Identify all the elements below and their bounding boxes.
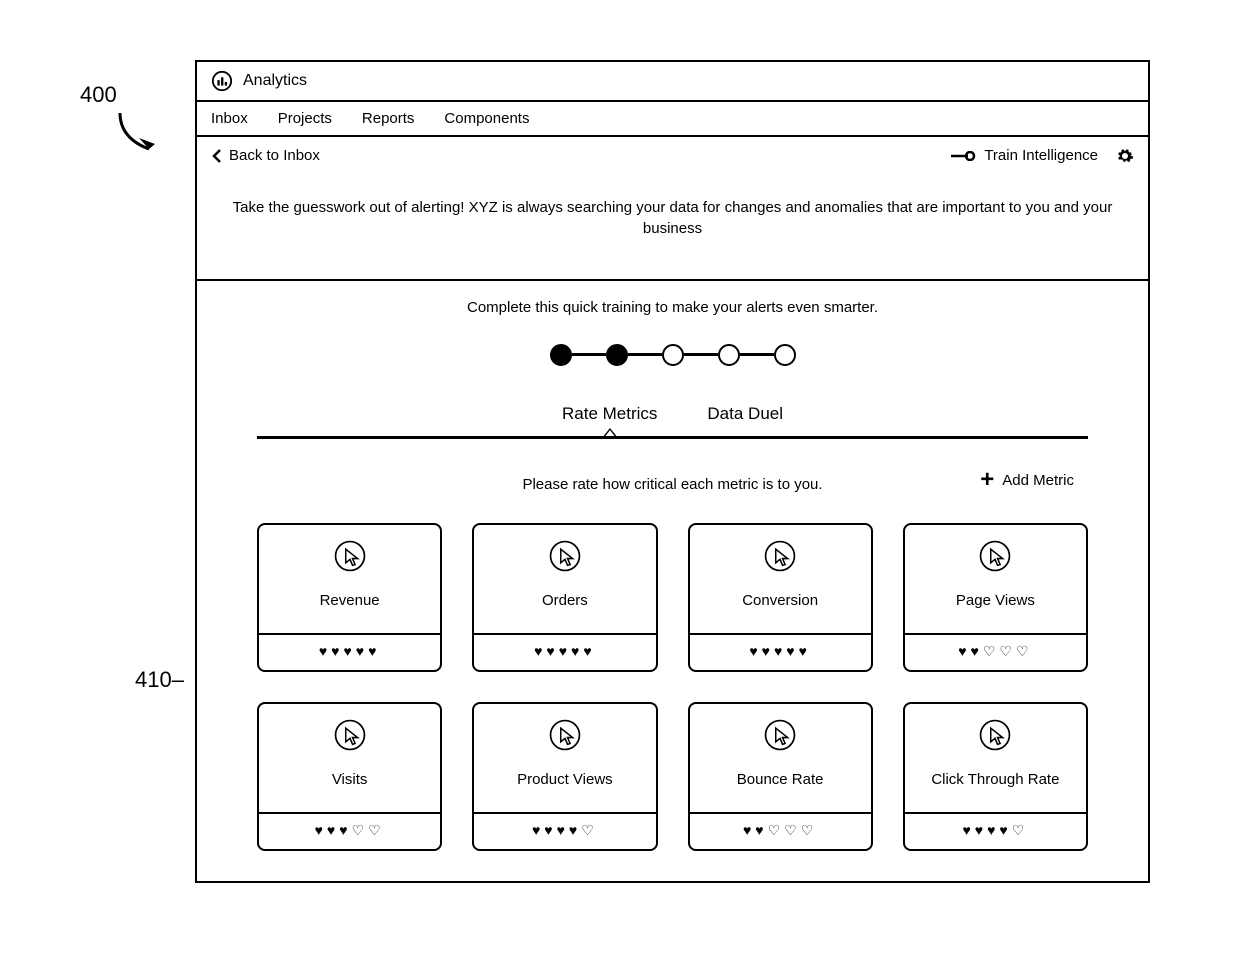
app-header: Analytics: [197, 62, 1148, 102]
metric-rating[interactable]: ♥♥♥♥♡: [905, 812, 1086, 849]
metric-card-top: Revenue: [259, 525, 440, 633]
metric-card-top: Click Through Rate: [905, 704, 1086, 812]
metric-rating[interactable]: ♥♥♥♥♥: [690, 633, 871, 669]
figure-callout-410: 410–: [135, 667, 184, 693]
tabs: Rate Metrics Data Duel: [197, 404, 1148, 424]
nav-item-inbox[interactable]: Inbox: [211, 110, 248, 127]
main-content: Complete this quick training to make you…: [197, 281, 1148, 881]
metric-name: Bounce Rate: [698, 771, 863, 789]
metric-rating[interactable]: ♥♥♥♥♥: [474, 633, 655, 669]
progress-step-2: [606, 344, 628, 366]
metric-cursor-icon: [333, 539, 367, 573]
metric-card[interactable]: Page Views ♥♥♡♡♡: [903, 523, 1088, 672]
app-logo-icon: [211, 70, 233, 92]
main-nav: Inbox Projects Reports Components: [197, 102, 1148, 137]
back-label: Back to Inbox: [229, 147, 320, 164]
metric-card-top: Visits: [259, 704, 440, 812]
back-button[interactable]: Back to Inbox: [211, 147, 320, 164]
metric-cursor-icon: [333, 718, 367, 752]
progress-stepper: [197, 344, 1148, 366]
progress-segment: [628, 353, 662, 356]
metric-card[interactable]: Revenue ♥♥♥♥♥: [257, 523, 442, 672]
metric-cursor-icon: [548, 539, 582, 573]
figure-arrow-icon: [115, 108, 165, 158]
app-window: Analytics Inbox Projects Reports Compone…: [195, 60, 1150, 883]
section-header: Please rate how critical each metric is …: [197, 476, 1148, 493]
metric-rating[interactable]: ♥♥♡♡♡: [905, 633, 1086, 670]
metric-name: Visits: [267, 771, 432, 789]
metric-name: Product Views: [482, 771, 647, 789]
metric-grid: Revenue ♥♥♥♥♥ Orders ♥♥♥♥♥ Conversion ♥♥♥♥♥ Pa…: [257, 523, 1088, 851]
plus-icon: +: [980, 473, 994, 487]
metric-name: Click Through Rate: [913, 771, 1078, 789]
tab-data-duel[interactable]: Data Duel: [707, 404, 783, 424]
metric-card-top: Bounce Rate: [690, 704, 871, 812]
progress-step-1: [550, 344, 572, 366]
nav-item-reports[interactable]: Reports: [362, 110, 415, 127]
metric-card-top: Product Views: [474, 704, 655, 812]
progress-step-5: [774, 344, 796, 366]
progress-step-3: [662, 344, 684, 366]
metric-name: Page Views: [913, 592, 1078, 610]
metric-card-top: Orders: [474, 525, 655, 633]
metric-cursor-icon: [978, 718, 1012, 752]
metric-rating[interactable]: ♥♥♥♥♥: [259, 633, 440, 669]
metric-card-top: Page Views: [905, 525, 1086, 633]
app-name: Analytics: [243, 72, 307, 90]
metric-cursor-icon: [763, 539, 797, 573]
metric-name: Orders: [482, 592, 647, 610]
subnav: Back to Inbox Train Intelligence Take th…: [197, 137, 1148, 281]
metric-cursor-icon: [978, 539, 1012, 573]
metric-card-top: Conversion: [690, 525, 871, 633]
tab-rate-metrics[interactable]: Rate Metrics: [562, 404, 657, 424]
add-metric-label: Add Metric: [1002, 472, 1074, 489]
metric-card[interactable]: Visits ♥♥♥♡♡: [257, 702, 442, 851]
banner-text: Take the guesswork out of alerting! XYZ …: [211, 197, 1134, 239]
metric-cursor-icon: [763, 718, 797, 752]
nav-item-projects[interactable]: Projects: [278, 110, 332, 127]
train-intelligence-label: Train Intelligence: [984, 147, 1098, 164]
training-message: Complete this quick training to make you…: [197, 299, 1148, 316]
train-intelligence-button[interactable]: Train Intelligence: [950, 147, 1098, 164]
nav-item-components[interactable]: Components: [444, 110, 529, 127]
add-metric-button[interactable]: + Add Metric: [980, 472, 1074, 489]
metric-rating[interactable]: ♥♥♡♡♡: [690, 812, 871, 849]
metric-rating[interactable]: ♥♥♥♡♡: [259, 812, 440, 849]
progress-segment: [572, 353, 606, 356]
tab-underline: [257, 430, 1088, 442]
progress-segment: [684, 353, 718, 356]
chevron-left-icon: [211, 148, 223, 164]
progress-step-4: [718, 344, 740, 366]
metric-card[interactable]: Product Views ♥♥♥♥♡: [472, 702, 657, 851]
metric-card[interactable]: Orders ♥♥♥♥♥: [472, 523, 657, 672]
metric-card[interactable]: Bounce Rate ♥♥♡♡♡: [688, 702, 873, 851]
progress-segment: [740, 353, 774, 356]
metric-name: Revenue: [267, 592, 432, 610]
metric-name: Conversion: [698, 592, 863, 610]
metric-cursor-icon: [548, 718, 582, 752]
metric-rating[interactable]: ♥♥♥♥♡: [474, 812, 655, 849]
figure-callout-400: 400: [80, 82, 117, 108]
metric-card[interactable]: Conversion ♥♥♥♥♥: [688, 523, 873, 672]
metric-card[interactable]: Click Through Rate ♥♥♥♥♡: [903, 702, 1088, 851]
toggle-icon: [950, 151, 976, 161]
gear-icon[interactable]: [1116, 147, 1134, 165]
rate-prompt: Please rate how critical each metric is …: [522, 476, 822, 493]
